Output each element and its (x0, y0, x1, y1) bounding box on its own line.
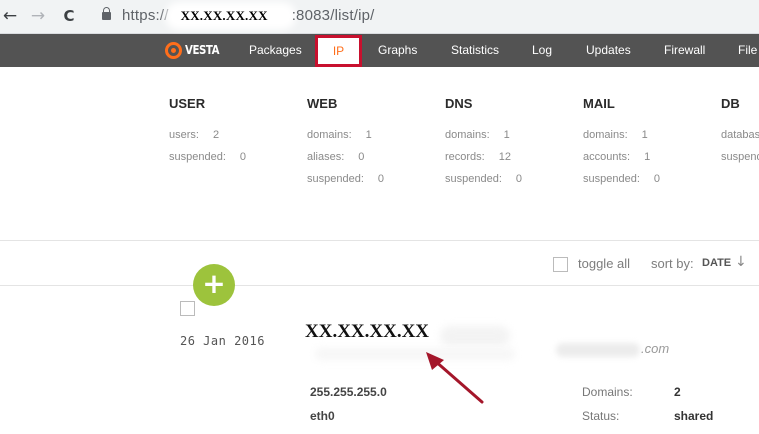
redacted-domain (556, 343, 640, 357)
stat-row: suspended: 0 (583, 173, 661, 185)
menu-item-packages[interactable]: Packages (249, 34, 302, 67)
toggle-all-checkbox[interactable] (553, 257, 568, 272)
stat-row: aliases: 0 (307, 151, 365, 163)
url-suffix: :8083/list/ip/ (291, 7, 375, 24)
reload-icon[interactable]: C (59, 6, 79, 26)
row-checkbox[interactable] (180, 301, 195, 316)
divider (0, 240, 759, 241)
logo-text: VESTA (185, 43, 220, 57)
stats-user: USER users: 2 suspended: 0 (169, 96, 246, 168)
url-host-redacted: XX.XX.XX.XX (170, 8, 290, 24)
stat-row: users: 2 (169, 129, 220, 141)
back-arrow-icon[interactable]: ← (0, 6, 20, 26)
divider (0, 285, 759, 286)
browser-toolbar: ← → C https://XX.XX.XX.XX:8083/list/ip/ (0, 0, 759, 34)
menu-item-updates[interactable]: Updates (586, 34, 631, 67)
stats-mail: MAIL domains: 1 accounts: 1 suspended: 0 (583, 96, 660, 190)
address-bar[interactable]: https://XX.XX.XX.XX:8083/list/ip/ (122, 7, 375, 24)
top-menu: VESTA Packages IP Graphs Statistics Log … (0, 34, 759, 67)
stat-row: databas (721, 129, 759, 141)
vesta-logo-icon (165, 42, 182, 59)
stats-title: MAIL (583, 96, 615, 111)
stats-dns: DNS domains: 1 records: 12 suspended: 0 (445, 96, 522, 190)
toggle-all-label[interactable]: toggle all (578, 256, 630, 271)
stat-row: suspend (721, 151, 759, 163)
stats-db: DB databas suspend (721, 96, 759, 168)
row-date: 26 Jan 2016 (180, 334, 265, 348)
domains-value: 2 (674, 385, 681, 399)
menu-item-ip[interactable]: IP (315, 35, 362, 67)
stat-row: domains: 1 (445, 129, 510, 141)
stat-row: accounts: 1 (583, 151, 651, 163)
status-label: Status: (582, 409, 620, 423)
sort-value[interactable]: DATE (702, 257, 731, 269)
add-ip-button[interactable]: + (193, 264, 235, 306)
url-prefix: https:// (122, 7, 169, 24)
ip-address[interactable]: XX.XX.XX.XX (305, 321, 429, 343)
stats-title: DNS (445, 96, 473, 111)
lock-icon (102, 7, 111, 21)
menu-item-graphs[interactable]: Graphs (378, 34, 417, 67)
menu-item-file[interactable]: File (738, 34, 757, 67)
interface: eth0 (310, 409, 335, 423)
stat-row: records: 12 (445, 151, 511, 163)
stat-row: suspended: 0 (445, 173, 523, 185)
stat-row: domains: 1 (307, 129, 372, 141)
netmask: 255.255.255.0 (310, 385, 387, 399)
menu-item-statistics[interactable]: Statistics (451, 34, 499, 67)
forward-arrow-icon[interactable]: → (28, 6, 48, 26)
sort-by-label: sort by: (651, 256, 694, 271)
domain-suffix: .com (641, 341, 670, 356)
stats-title: WEB (307, 96, 338, 111)
stats-title: DB (721, 96, 740, 111)
sort-arrow-icon[interactable]: ↓ (735, 254, 747, 270)
stat-row: suspended: 0 (169, 151, 247, 163)
menu-item-log[interactable]: Log (532, 34, 552, 67)
stats-web: WEB domains: 1 aliases: 0 suspended: 0 (307, 96, 384, 190)
annotation-arrow-icon (426, 352, 484, 404)
menu-item-firewall[interactable]: Firewall (664, 34, 705, 67)
redacted-area (440, 326, 510, 346)
stat-row: suspended: 0 (307, 173, 385, 185)
domains-label: Domains: (582, 385, 633, 399)
status-value: shared (674, 409, 714, 423)
stats-title: USER (169, 96, 206, 111)
stat-row: domains: 1 (583, 129, 648, 141)
